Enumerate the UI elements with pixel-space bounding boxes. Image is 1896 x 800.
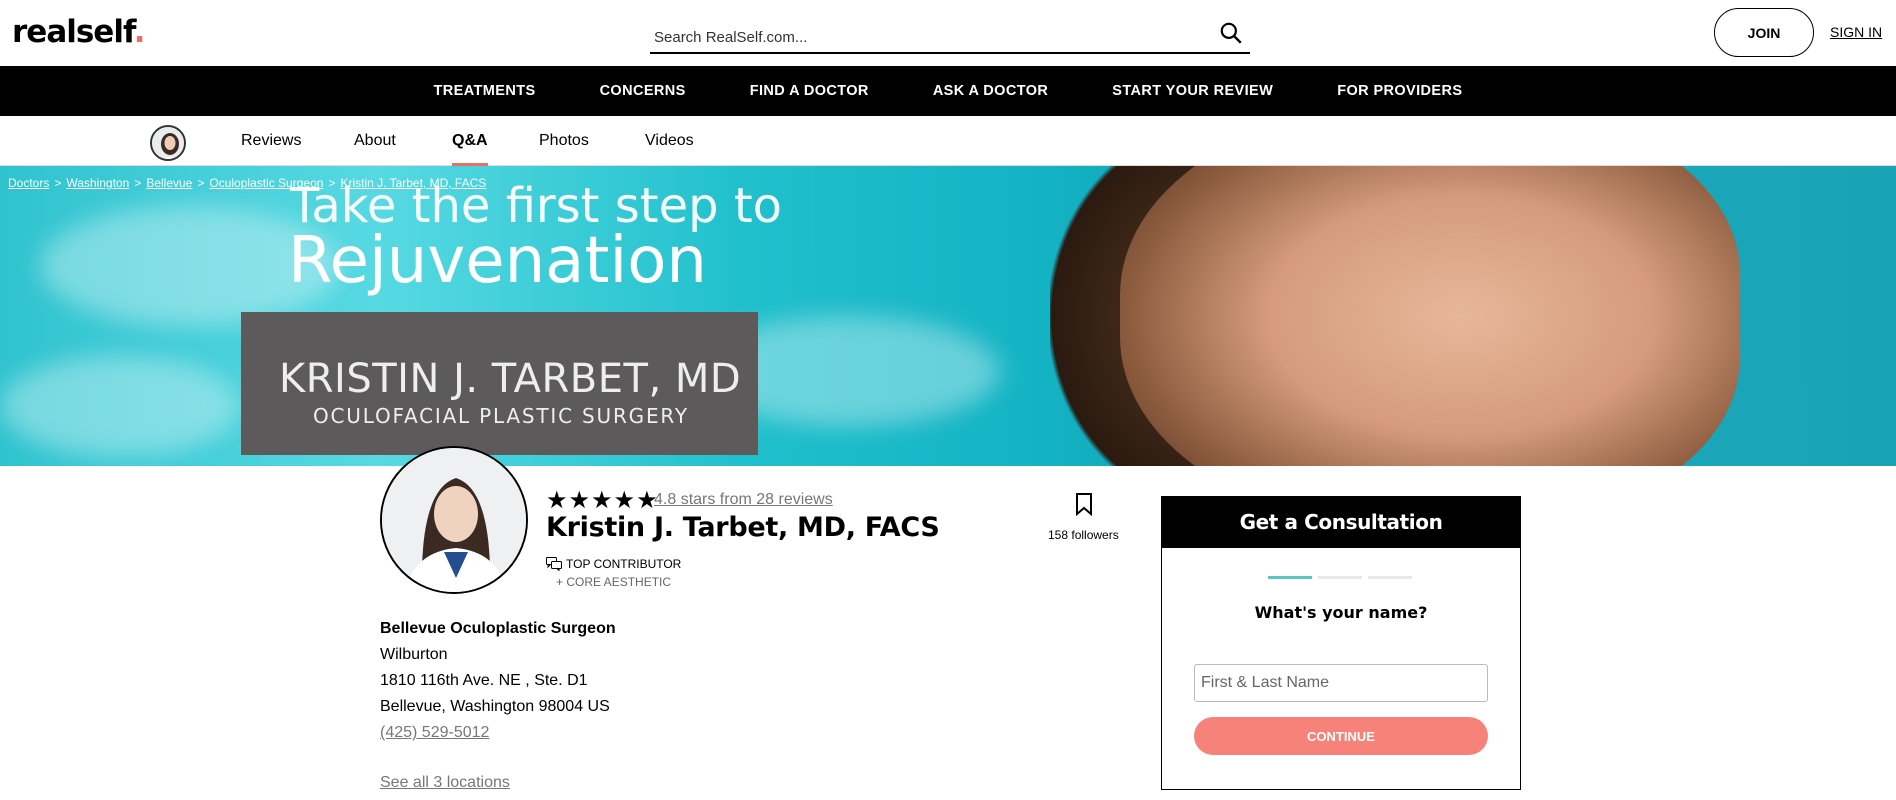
breadcrumb-separator: > — [54, 176, 62, 190]
practice-logo-specialty: OCULOFACIAL PLASTIC SURGERY — [313, 404, 689, 428]
address-street: 1810 116th Ave. NE , Ste. D1 — [380, 672, 588, 689]
breadcrumb-doctor[interactable]: Kristin J. Tarbet, MD, FACS — [340, 176, 486, 190]
breadcrumb-separator: > — [134, 176, 142, 190]
nav-item-concerns[interactable]: CONCERNS — [568, 83, 718, 99]
practice-name: Bellevue Oculoplastic Surgeon — [380, 620, 616, 637]
search-icon[interactable] — [1218, 20, 1244, 46]
search-input[interactable] — [654, 22, 1214, 52]
consultation-progress — [1268, 576, 1412, 579]
nav-item-ask-a-doctor[interactable]: ASK A DOCTOR — [901, 83, 1080, 99]
consultation-question: What's your name? — [1254, 603, 1428, 622]
name-input[interactable] — [1194, 664, 1488, 702]
progress-step — [1368, 576, 1412, 579]
search-bar — [650, 18, 1250, 54]
address-city: Bellevue, Washington 98004 US — [380, 698, 610, 715]
see-all-locations-link[interactable]: See all 3 locations — [380, 774, 510, 792]
realself-logo[interactable]: realself. — [12, 14, 146, 50]
nav-item-treatments[interactable]: TREATMENTS — [402, 83, 568, 99]
progress-step — [1268, 576, 1312, 579]
breadcrumb-oculoplastic-surgeon[interactable]: Oculoplastic Surgeon — [209, 176, 323, 190]
bookmark-icon[interactable] — [1074, 492, 1094, 516]
hero-water-highlight — [0, 356, 240, 456]
nav-item-start-your-review[interactable]: START YOUR REVIEW — [1080, 83, 1305, 99]
top-contributor-label: TOP CONTRIBUTOR — [566, 557, 682, 571]
practice-logo-name: KRISTIN J. TARBET, MD — [279, 356, 742, 402]
address-area: Wilburton — [380, 646, 448, 663]
practice-address: Bellevue Oculoplastic Surgeon Wilburton … — [380, 616, 616, 746]
consultation-title: Get a Consultation — [1162, 497, 1520, 548]
hero-banner: Doctors > Washington > Bellevue > Oculoplastic… — [0, 166, 1896, 466]
tab-photos[interactable]: Photos — [539, 132, 589, 150]
profile-tabs: Reviews About Q&A Photos Videos — [0, 116, 1896, 166]
practice-logo-box: KRISTIN J. TARBET, MD OCULOFACIAL PLASTI… — [241, 312, 758, 455]
breadcrumb-doctors[interactable]: Doctors — [8, 176, 49, 190]
tab-reviews[interactable]: Reviews — [241, 132, 301, 150]
logo-text: realself — [12, 14, 135, 50]
breadcrumb-bellevue[interactable]: Bellevue — [146, 176, 192, 190]
doctor-avatar-image — [152, 127, 184, 159]
continue-button[interactable]: CONTINUE — [1194, 717, 1488, 755]
main-nav: TREATMENTS CONCERNS FIND A DOCTOR ASK A … — [0, 66, 1896, 116]
hero-model-face — [1120, 166, 1740, 466]
tab-videos[interactable]: Videos — [645, 132, 694, 150]
followers-count: 158 followers — [1048, 528, 1119, 542]
sign-in-link[interactable]: SIGN IN — [1830, 24, 1882, 40]
top-contributor-badge: TOP CONTRIBUTOR — [546, 557, 681, 571]
consultation-card: Get a Consultation What's your name? CON… — [1161, 496, 1521, 790]
rating-stars: ★★★★★ — [546, 487, 659, 514]
breadcrumb-separator: > — [328, 176, 336, 190]
tab-qa[interactable]: Q&A — [452, 132, 488, 166]
chat-bubbles-icon — [546, 557, 562, 571]
breadcrumb-separator: > — [197, 176, 205, 190]
breadcrumb-washington[interactable]: Washington — [66, 176, 129, 190]
core-aesthetic-badge: + CORE AESTHETIC — [556, 575, 672, 589]
nav-item-find-a-doctor[interactable]: FIND A DOCTOR — [718, 83, 901, 99]
breadcrumb: Doctors > Washington > Bellevue > Oculoplastic… — [8, 176, 486, 190]
logo-dot: . — [133, 14, 146, 50]
hero-headline: Rejuvenation — [288, 224, 707, 298]
site-header: realself. JOIN SIGN IN — [0, 0, 1896, 66]
doctor-profile-photo — [380, 446, 528, 594]
tab-about[interactable]: About — [354, 132, 396, 150]
doctor-portrait-image — [382, 448, 526, 592]
progress-step — [1318, 576, 1362, 579]
join-button[interactable]: JOIN — [1714, 8, 1814, 57]
tab-avatar[interactable] — [150, 125, 186, 161]
rating-reviews-link[interactable]: 4.8 stars from 28 reviews — [654, 491, 833, 509]
nav-item-for-providers[interactable]: FOR PROVIDERS — [1305, 83, 1494, 99]
doctor-name: Kristin J. Tarbet, MD, FACS — [546, 512, 940, 543]
phone-link[interactable]: (425) 529-5012 — [380, 720, 616, 746]
